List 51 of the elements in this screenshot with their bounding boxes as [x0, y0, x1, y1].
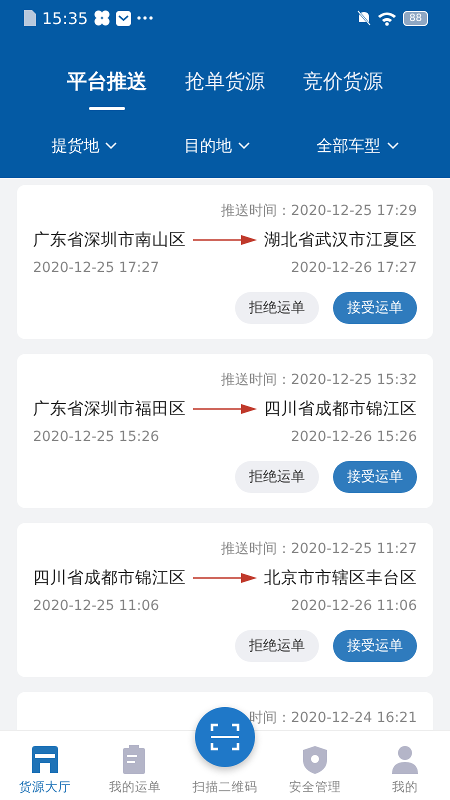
nav-item[interactable]: 扫描二维码 [192, 779, 258, 796]
route-arrow-icon [193, 403, 257, 415]
accept-button[interactable]: 接受运单 [333, 461, 417, 493]
departure-date: 2020-12-25 15:26 [33, 429, 160, 445]
store-icon [29, 745, 61, 775]
tab[interactable]: 平台推送 [67, 68, 147, 112]
more-icon [137, 16, 154, 20]
arrival-date: 2020-12-26 15:26 [290, 429, 417, 445]
accept-button[interactable]: 接受运单 [333, 292, 417, 324]
push-time: 时间：2020-12-24 16:21 [248, 709, 417, 727]
mute-bell-icon [357, 10, 372, 26]
departure-date: 2020-12-25 17:27 [33, 260, 160, 276]
origin-address: 四川省成都市锦江区 [33, 567, 186, 589]
nav-item[interactable]: 我的 [360, 745, 450, 800]
fan-icon [94, 10, 110, 26]
reject-button[interactable]: 拒绝运单 [235, 461, 319, 493]
filter-dropdown[interactable]: 提货地 [51, 132, 118, 160]
arrival-date: 2020-12-26 17:27 [290, 260, 417, 276]
push-time: 推送时间：2020-12-25 11:27 [220, 540, 417, 558]
mail-icon [116, 10, 132, 26]
nav-item[interactable]: 货源大厅 [0, 745, 90, 800]
chevron-down-icon [238, 142, 250, 150]
person-icon [391, 745, 419, 775]
reject-button[interactable]: 拒绝运单 [235, 292, 319, 324]
wifi-icon [377, 10, 398, 26]
push-time: 推送时间：2020-12-25 15:32 [220, 371, 417, 389]
nav-item[interactable]: 安全管理 [270, 745, 360, 800]
destination-address: 四川省成都市锦江区 [264, 398, 417, 420]
origin-address: 广东省深圳市福田区 [33, 398, 186, 420]
destination-address: 北京市市辖区丰台区 [264, 567, 417, 589]
origin-address: 广东省深圳市南山区 [33, 229, 186, 251]
route-arrow-icon [193, 234, 257, 246]
chevron-down-icon [386, 142, 399, 150]
sim-icon [24, 10, 36, 26]
departure-date: 2020-12-25 11:06 [33, 598, 160, 614]
destination-address: 湖北省武汉市江夏区 [264, 229, 417, 251]
route-arrow-icon [193, 572, 257, 584]
push-time: 推送时间：2020-12-25 17:29 [220, 202, 417, 220]
arrival-date: 2020-12-26 11:06 [290, 598, 417, 614]
status-time: 15:35 [42, 8, 88, 28]
scan-icon [210, 723, 240, 751]
accept-button[interactable]: 接受运单 [333, 630, 417, 662]
reject-button[interactable]: 拒绝运单 [235, 630, 319, 662]
tab[interactable]: 抢单货源 [185, 68, 265, 112]
nav-item[interactable]: 我的运单 [90, 745, 180, 800]
shield-icon [301, 745, 329, 775]
chevron-down-icon [105, 142, 118, 150]
filter-dropdown[interactable]: 目的地 [184, 132, 250, 160]
battery-level: 88 [403, 10, 428, 26]
filter-dropdown[interactable]: 全部车型 [316, 132, 399, 160]
tab[interactable]: 竞价货源 [303, 68, 383, 112]
